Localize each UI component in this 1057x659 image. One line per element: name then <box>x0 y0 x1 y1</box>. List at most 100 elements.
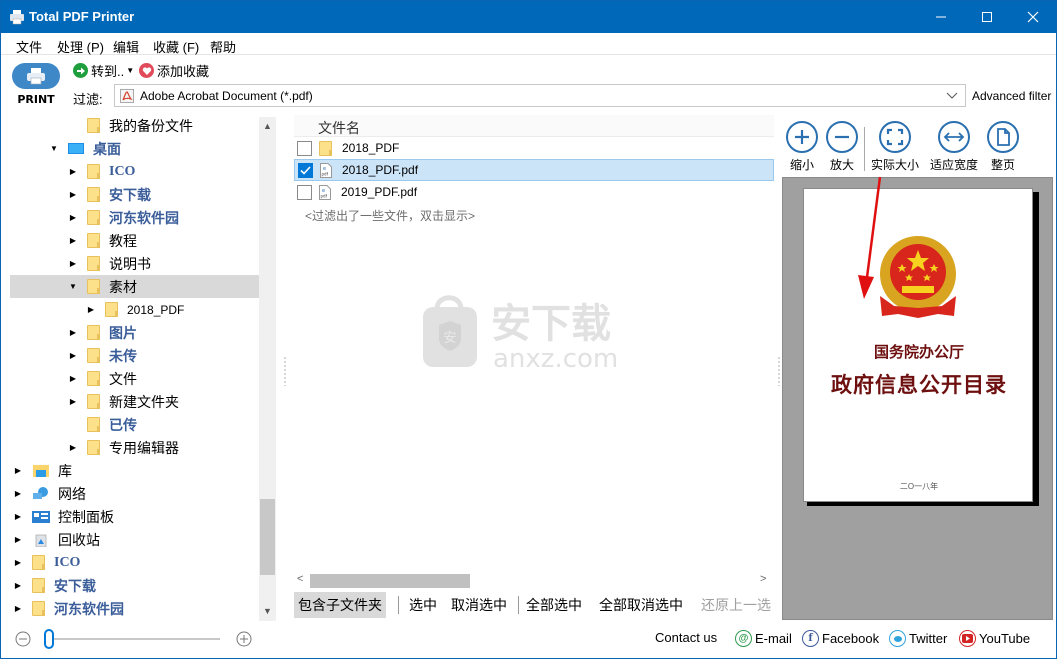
tree-item[interactable]: ▼ 素材 <box>10 275 259 298</box>
zoom-out-icon[interactable] <box>15 631 31 647</box>
tree-item[interactable]: ▶ 教程 <box>10 229 259 252</box>
collapsed-triangle-icon[interactable]: ▶ <box>67 328 79 337</box>
tree-zoom-slider[interactable] <box>10 627 270 651</box>
collapsed-triangle-icon[interactable]: ▶ <box>85 305 97 314</box>
tree-item[interactable]: ▶ 河东软件园 <box>10 206 259 229</box>
deselect-all-button[interactable]: 全部取消选中 <box>599 595 683 615</box>
tree-item[interactable]: ▶ 安下载 <box>10 183 259 206</box>
splitter-grip[interactable] <box>283 356 287 386</box>
scrollbar-thumb[interactable] <box>260 499 275 575</box>
scroll-right-arrow[interactable]: > <box>760 573 766 585</box>
select-button[interactable]: 选中 <box>409 595 437 615</box>
file-row[interactable]: e pdf 2019_PDF.pdf <box>294 181 774 203</box>
collapsed-triangle-icon[interactable]: ▶ <box>67 190 79 199</box>
collapsed-triangle-icon[interactable]: ▶ <box>67 351 79 360</box>
menu-file[interactable]: 文件 <box>16 37 42 56</box>
collapsed-triangle-icon[interactable]: ▶ <box>67 236 79 245</box>
menu-edit[interactable]: 编辑 <box>113 37 139 56</box>
print-button[interactable]: PRINT <box>12 63 60 111</box>
zoom-in-icon[interactable] <box>236 631 252 647</box>
scroll-down-arrow[interactable]: ▼ <box>259 606 276 616</box>
tree-item[interactable]: ▶ 控制面板 <box>10 505 259 528</box>
svg-text:安下载: 安下载 <box>491 301 611 347</box>
title-bar: Total PDF Printer <box>1 1 1056 33</box>
facebook-link[interactable]: f Facebook <box>802 630 879 647</box>
include-subfolders-toggle[interactable]: 包含子文件夹 <box>294 592 386 618</box>
collapsed-triangle-icon[interactable]: ▶ <box>12 512 24 521</box>
file-checkbox[interactable] <box>297 140 312 156</box>
folder-icon <box>32 555 45 570</box>
pdf-file-icon: e pdf <box>320 162 342 178</box>
tree-item[interactable]: ▶ 图片 <box>10 321 259 344</box>
collapsed-triangle-icon[interactable]: ▶ <box>67 397 79 406</box>
expanded-triangle-icon[interactable]: ▼ <box>48 144 60 153</box>
tree-item[interactable]: ▶ 回收站 <box>10 528 259 551</box>
filter-dropdown[interactable]: Adobe Acrobat Document (*.pdf) <box>114 84 966 107</box>
collapsed-triangle-icon[interactable]: ▶ <box>12 558 24 567</box>
collapsed-triangle-icon[interactable]: ▶ <box>67 443 79 452</box>
select-all-button[interactable]: 全部选中 <box>526 595 582 615</box>
tree-item[interactable]: ▶ 说明书 <box>10 252 259 275</box>
email-link[interactable]: @ E-mail <box>735 630 792 647</box>
advanced-filter-link[interactable]: Advanced filter <box>972 89 1051 103</box>
scrollbar-thumb[interactable] <box>310 574 470 588</box>
tree-item[interactable]: ▶ 新建文件夹 <box>10 390 259 413</box>
file-row[interactable]: 2018_PDF <box>294 137 774 159</box>
tree-item[interactable]: ▶ 未传 <box>10 344 259 367</box>
slider-thumb[interactable] <box>44 629 54 649</box>
fit-width-button[interactable]: 适应宽度 <box>930 121 978 173</box>
menu-process[interactable]: 处理 (P) <box>57 37 104 56</box>
tree-item[interactable]: 我的备份文件 <box>10 117 259 137</box>
zoom-out-button[interactable]: 缩小 <box>786 121 818 173</box>
zoom-in-button[interactable]: 放大 <box>826 121 858 173</box>
scroll-left-arrow[interactable]: < <box>297 573 303 585</box>
minimize-button[interactable] <box>918 1 964 33</box>
collapsed-triangle-icon[interactable]: ▶ <box>12 489 24 498</box>
tree-item[interactable]: ▶ 网络 <box>10 482 259 505</box>
tree-item[interactable]: ▶ 库 <box>10 459 259 482</box>
collapsed-triangle-icon[interactable]: ▶ <box>67 167 79 176</box>
column-header-filename[interactable]: 文件名 <box>294 115 774 137</box>
file-list-horizontal-scrollbar[interactable]: < > <box>294 573 774 589</box>
close-button[interactable] <box>1010 1 1056 33</box>
twitter-link[interactable]: Twitter <box>889 630 947 647</box>
collapsed-triangle-icon[interactable]: ▶ <box>12 604 24 613</box>
full-page-button[interactable]: 整页 <box>987 121 1019 173</box>
splitter-grip[interactable] <box>777 356 781 386</box>
tree-item[interactable]: ▶ ICO <box>10 551 259 574</box>
tree-item[interactable]: ▶ 2018_PDF <box>10 298 259 321</box>
tree-item[interactable]: 已传 <box>10 413 259 436</box>
svg-text:anxz.com: anxz.com <box>493 344 618 371</box>
tree-item[interactable]: ▶ ICO <box>10 160 259 183</box>
tree-vertical-scrollbar[interactable]: ▲ ▼ <box>259 117 276 621</box>
collapsed-triangle-icon[interactable]: ▶ <box>12 581 24 590</box>
file-checkbox[interactable] <box>297 184 312 200</box>
collapsed-triangle-icon[interactable]: ▶ <box>67 259 79 268</box>
expanded-triangle-icon[interactable]: ▼ <box>67 282 79 291</box>
divider <box>518 596 519 614</box>
actual-size-button[interactable]: 实际大小 <box>871 121 919 173</box>
tree-item[interactable]: ▼ 桌面 <box>10 137 259 160</box>
goto-button[interactable]: 转到.. ▼ <box>73 61 134 80</box>
file-row[interactable]: e pdf 2018_PDF.pdf <box>294 159 774 181</box>
menu-favorites[interactable]: 收藏 (F) <box>153 37 199 56</box>
filtered-files-hint[interactable]: <过滤出了一些文件，双击显示> <box>305 207 475 224</box>
deselect-button[interactable]: 取消选中 <box>451 595 507 615</box>
menu-help[interactable]: 帮助 <box>210 37 236 56</box>
restore-previous-selection-button[interactable]: 还原上一选 <box>701 595 771 615</box>
maximize-button[interactable] <box>964 1 1010 33</box>
scroll-up-arrow[interactable]: ▲ <box>259 121 276 131</box>
pdf-preview-canvas[interactable]: 国务院办公厅 政府信息公开目录 二O一八年 <box>782 177 1053 620</box>
tree-item[interactable]: ▶ 河东软件园 <box>10 597 259 620</box>
collapsed-triangle-icon[interactable]: ▶ <box>12 466 24 475</box>
tree-item[interactable]: ▶ 安下载 <box>10 574 259 597</box>
collapsed-triangle-icon[interactable]: ▶ <box>12 535 24 544</box>
collapsed-triangle-icon[interactable]: ▶ <box>67 374 79 383</box>
tree-item[interactable]: ▶ 专用编辑器 <box>10 436 259 459</box>
file-checkbox[interactable] <box>298 162 313 178</box>
add-favorite-button[interactable]: 添加收藏 <box>139 61 209 80</box>
tree-item[interactable]: ▶ 文件 <box>10 367 259 390</box>
collapsed-triangle-icon[interactable]: ▶ <box>67 213 79 222</box>
tree-item-label: 已传 <box>109 416 137 433</box>
youtube-link[interactable]: YouTube <box>959 630 1030 647</box>
